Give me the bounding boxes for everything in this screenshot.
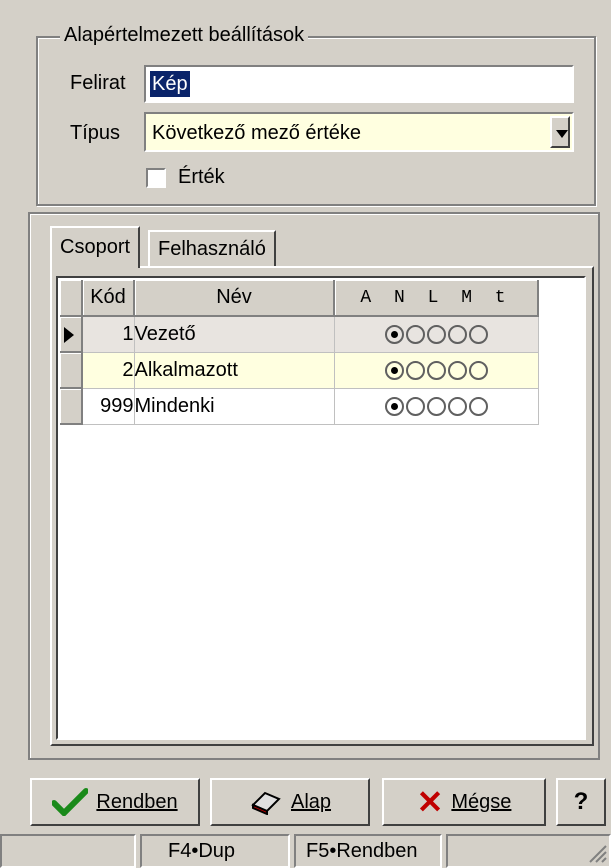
radio-n[interactable] bbox=[405, 396, 425, 416]
ertek-checkbox[interactable] bbox=[146, 168, 166, 188]
column-header-nev[interactable]: Név bbox=[134, 280, 335, 317]
permission-radio-group[interactable] bbox=[334, 388, 539, 425]
tab-felhasznalo[interactable]: Felhasználó bbox=[148, 230, 276, 266]
permission-radio-group[interactable] bbox=[334, 316, 539, 353]
radio-n[interactable] bbox=[405, 324, 425, 344]
chevron-down-icon bbox=[556, 130, 568, 138]
eraser-icon bbox=[251, 791, 281, 815]
table-row[interactable]: 1 Vezető bbox=[60, 316, 539, 353]
status-panel-f5: F5•Rendben bbox=[294, 834, 442, 868]
megse-label: Mégse bbox=[451, 790, 512, 813]
status-panel-1 bbox=[0, 834, 136, 868]
radio-a[interactable] bbox=[384, 360, 404, 380]
permission-radio-group[interactable] bbox=[334, 352, 539, 389]
help-button[interactable]: ? bbox=[556, 778, 606, 826]
table-row[interactable]: 2 Alkalmazott bbox=[60, 352, 539, 389]
indicator-header bbox=[60, 280, 83, 317]
close-icon: ✕ bbox=[416, 784, 444, 820]
row-pointer-icon bbox=[64, 327, 74, 343]
tab-csoport[interactable]: Csoport bbox=[50, 226, 141, 268]
column-header-kod[interactable]: Kód bbox=[82, 280, 135, 317]
ertek-label: Érték bbox=[178, 166, 225, 188]
cell-nev[interactable]: Mindenki bbox=[134, 388, 335, 425]
checkmark-icon bbox=[52, 788, 89, 816]
table-header: Kód Név A N L M t bbox=[60, 280, 539, 317]
group-table: Kód Név A N L M t 1 Vezető 2 Alkalmazott… bbox=[60, 280, 539, 425]
alap-button[interactable]: Alap bbox=[210, 778, 370, 826]
megse-button[interactable]: ✕ Mégse bbox=[382, 778, 546, 826]
radio-t[interactable] bbox=[468, 324, 488, 344]
radio-t[interactable] bbox=[468, 396, 488, 416]
tipus-label: Típus bbox=[70, 122, 121, 144]
radio-m[interactable] bbox=[447, 324, 467, 344]
radio-l[interactable] bbox=[426, 324, 446, 344]
felirat-value: Kép bbox=[150, 71, 190, 97]
cell-nev[interactable]: Alkalmazott bbox=[134, 352, 335, 389]
status-panel-f4: F4•Dup bbox=[140, 834, 290, 868]
rendben-label: Rendben bbox=[96, 790, 178, 813]
cell-kod[interactable]: 999 bbox=[82, 388, 135, 425]
rendben-button[interactable]: Rendben bbox=[30, 778, 200, 826]
table-row[interactable]: 999 Mindenki bbox=[60, 388, 539, 425]
radio-l[interactable] bbox=[426, 396, 446, 416]
cell-kod[interactable]: 2 bbox=[82, 352, 135, 389]
cell-nev[interactable]: Vezető bbox=[134, 316, 335, 353]
radio-m[interactable] bbox=[447, 360, 467, 380]
tipus-value: Következő mező értéke bbox=[152, 122, 361, 144]
row-indicator bbox=[60, 388, 83, 425]
dropdown-button[interactable] bbox=[550, 116, 570, 148]
groupbox-title: Alapértelmezett beállítások bbox=[60, 24, 309, 47]
row-indicator bbox=[60, 316, 83, 353]
alap-label: Alap bbox=[290, 790, 332, 813]
radio-a[interactable] bbox=[384, 324, 404, 344]
cell-kod[interactable]: 1 bbox=[82, 316, 135, 353]
radio-n[interactable] bbox=[405, 360, 425, 380]
radio-t[interactable] bbox=[468, 360, 488, 380]
column-header-anlmt[interactable]: A N L M t bbox=[334, 280, 539, 317]
radio-a[interactable] bbox=[384, 396, 404, 416]
tipus-select[interactable]: Következő mező értéke bbox=[144, 112, 574, 152]
row-indicator bbox=[60, 352, 83, 389]
felirat-label: Felirat bbox=[70, 72, 126, 94]
radio-m[interactable] bbox=[447, 396, 467, 416]
resize-grip-icon[interactable] bbox=[586, 842, 608, 864]
radio-l[interactable] bbox=[426, 360, 446, 380]
felirat-input[interactable]: Kép bbox=[144, 65, 574, 103]
